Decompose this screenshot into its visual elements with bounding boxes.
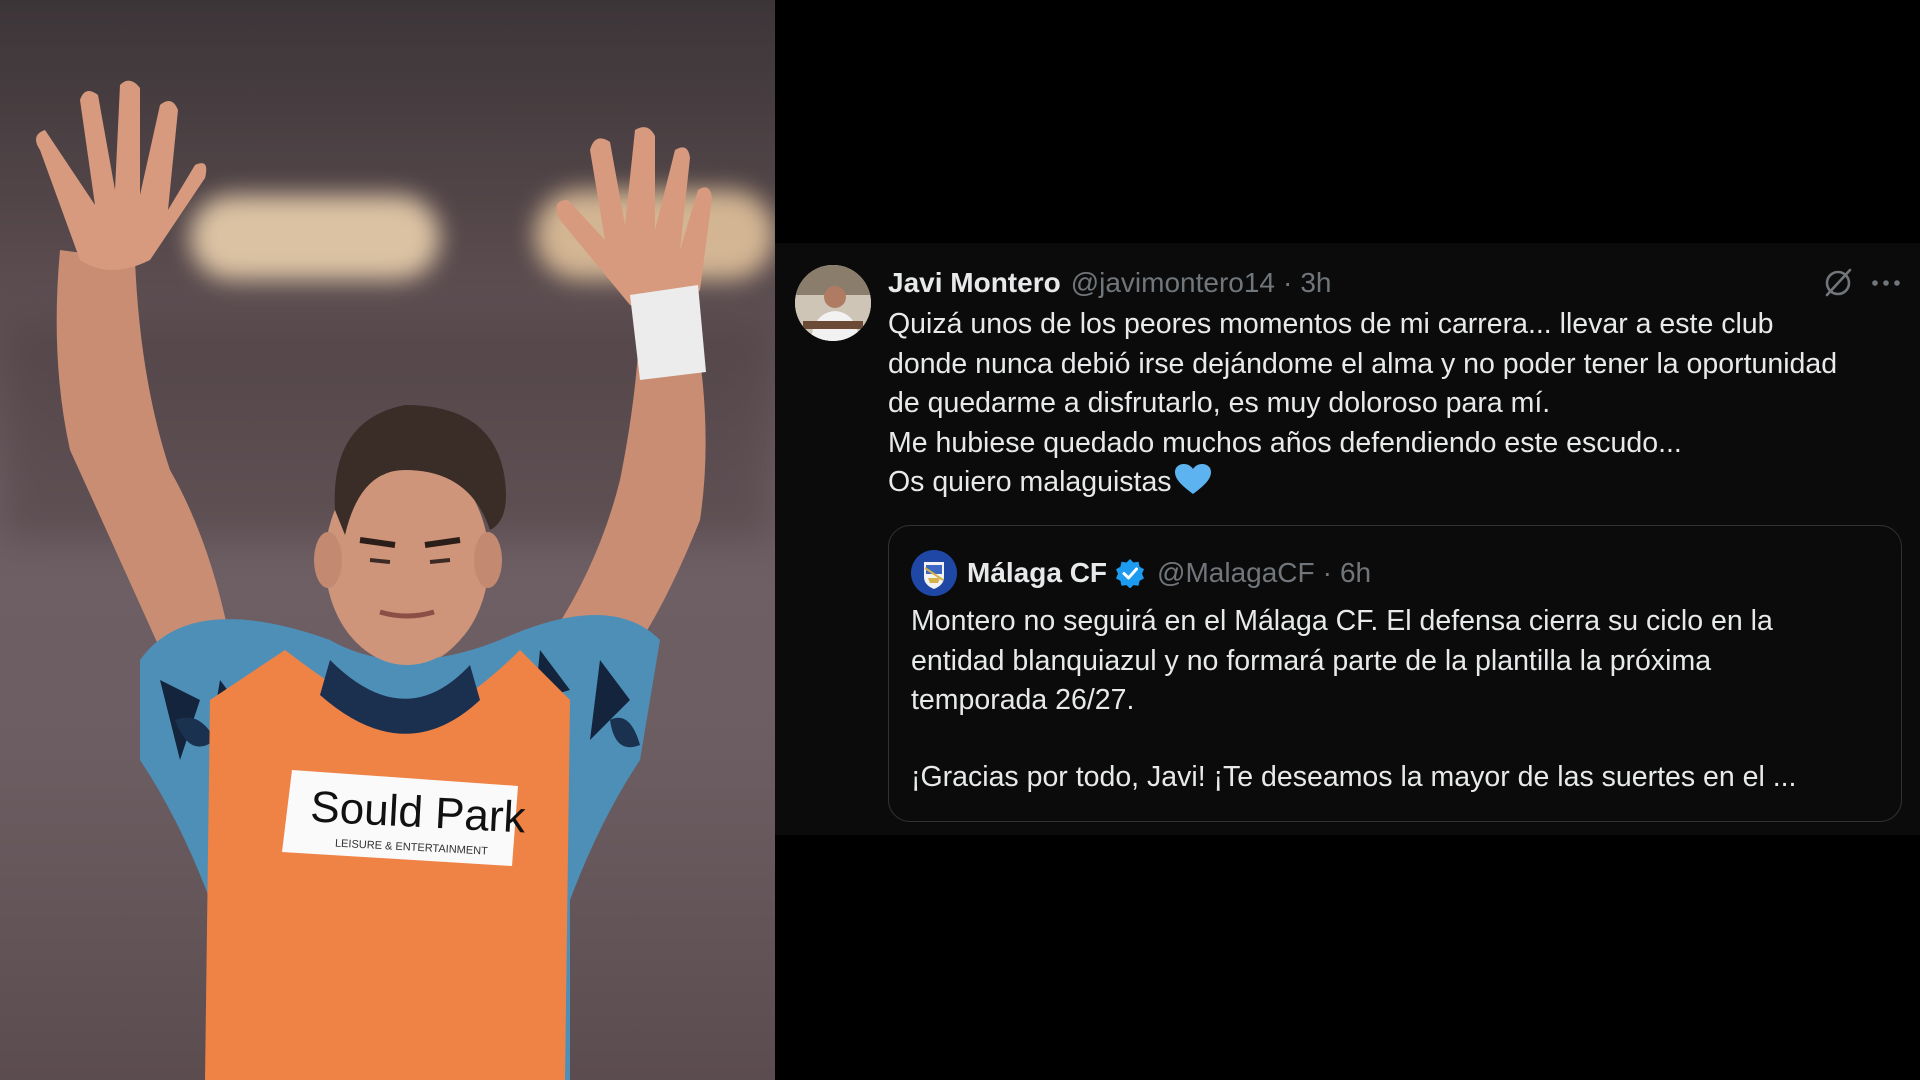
author-name[interactable]: Javi Montero: [888, 267, 1061, 299]
tweet-text: Quizá unos de los peores momentos de mi …: [888, 305, 1908, 503]
header-separator: ·: [1283, 267, 1293, 298]
quoted-header: Málaga CF @MalagaCF · 6h: [911, 550, 1371, 596]
quoted-line: ¡Gracias por todo, Javi! ¡Te deseamos la…: [911, 760, 1797, 793]
tweet-line: Me hubiese quedado muchos años defendien…: [888, 426, 1682, 459]
quoted-author-name[interactable]: Málaga CF: [967, 557, 1107, 589]
player-figure: Sould Park LEISURE & ENTERTAINMENT: [36, 80, 712, 1080]
blue-heart-icon: [1174, 464, 1211, 494]
tweet-line: Os quiero malaguistas: [888, 466, 1172, 498]
author-handle[interactable]: @javimontero14: [1071, 267, 1275, 299]
player-photo: Sould Park LEISURE & ENTERTAINMENT: [0, 0, 775, 1080]
tweet-timestamp[interactable]: 3h: [1300, 267, 1331, 299]
author-avatar[interactable]: [795, 265, 871, 341]
quoted-separator: ·: [1322, 557, 1332, 588]
quoted-line: entidad blanquiazul y no formará parte d…: [911, 644, 1712, 677]
tweet-header: Javi Montero @javimontero14 · 3h: [888, 263, 1332, 303]
grok-icon[interactable]: [1818, 263, 1858, 303]
more-icon[interactable]: [1866, 263, 1906, 303]
malaga-cf-logo[interactable]: [911, 550, 957, 596]
verified-badge-icon: [1116, 559, 1145, 588]
tweet-line-last: Os quiero malaguistas: [888, 463, 1908, 503]
quoted-line: temporada 26/27.: [911, 684, 1135, 716]
quoted-tweet[interactable]: Málaga CF @MalagaCF · 6h Montero no segu…: [888, 525, 1902, 822]
quoted-text: Montero no seguirá en el Málaga CF. El d…: [911, 602, 1891, 797]
quoted-timestamp[interactable]: 6h: [1340, 557, 1371, 589]
tweet-line: de quedarme a disfrutarlo, es muy doloro…: [888, 387, 1551, 419]
tweet-line: donde nunca debió irse dejándome el alma…: [888, 347, 1838, 380]
quoted-line: Montero no seguirá en el Málaga CF. El d…: [911, 605, 1773, 637]
tweet-line: Quizá unos de los peores momentos de mi …: [888, 308, 1774, 340]
quoted-author-handle[interactable]: @MalagaCF: [1157, 557, 1315, 589]
tweet-card[interactable]: Javi Montero @javimontero14 · 3h Quizá u…: [775, 243, 1920, 835]
